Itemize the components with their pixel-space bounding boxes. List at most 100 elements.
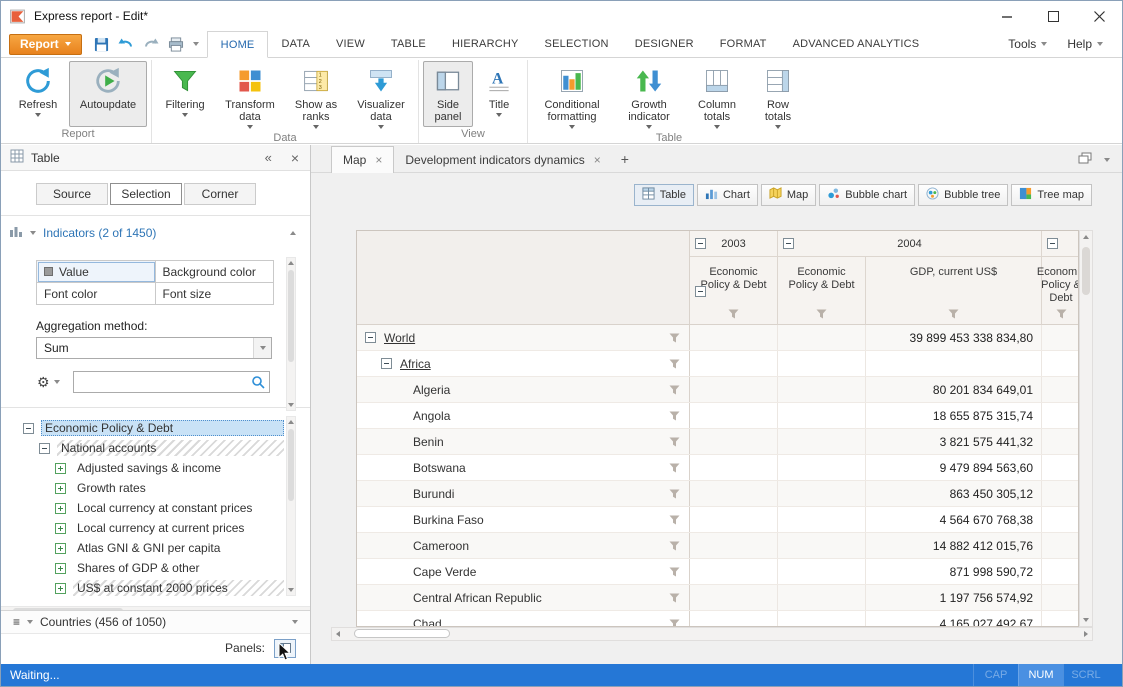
filter-icon[interactable]	[669, 593, 680, 603]
tools-menu[interactable]: Tools	[999, 37, 1056, 51]
table-row[interactable]: Botswana 9 479 894 563,60	[357, 455, 1078, 481]
scroll-up-icon[interactable]	[288, 420, 294, 424]
option-value[interactable]: Value	[37, 261, 156, 283]
collapse-icon[interactable]	[365, 332, 376, 343]
collapse-icon[interactable]	[695, 286, 706, 297]
filter-icon[interactable]	[669, 541, 680, 551]
view-map-button[interactable]: Map	[761, 184, 816, 206]
chevron-down-icon[interactable]	[30, 231, 36, 235]
tab-home[interactable]: HOME	[207, 31, 269, 58]
tab-corner[interactable]: Corner	[184, 183, 256, 205]
search-input[interactable]	[74, 372, 251, 392]
tree-scrollbar[interactable]	[286, 416, 296, 596]
combo-dropdown-button[interactable]	[253, 338, 271, 358]
tree-item-atlas-gni[interactable]: Atlas GNI & GNI per capita	[1, 538, 310, 558]
tab-source[interactable]: Source	[36, 183, 108, 205]
tab-view[interactable]: VIEW	[323, 31, 378, 57]
row-label[interactable]: Chad	[413, 617, 442, 628]
tree-item-adjusted-savings[interactable]: Adjusted savings & income	[1, 458, 310, 478]
view-table-button[interactable]: Table	[634, 184, 694, 206]
filter-icon[interactable]	[1056, 309, 1067, 319]
settings-button[interactable]: ⚙	[37, 374, 60, 391]
row-label[interactable]: Africa	[400, 357, 431, 371]
collapse-icon[interactable]	[39, 443, 50, 454]
collapse-panel-icon[interactable]: «	[265, 150, 272, 165]
expand-section-icon[interactable]	[292, 620, 298, 624]
new-tab-button[interactable]: +	[612, 151, 638, 167]
report-menu-button[interactable]: Report	[9, 34, 82, 55]
doc-tab-development-indicators[interactable]: Development indicators dynamics ×	[394, 148, 611, 172]
filter-icon[interactable]	[669, 359, 680, 369]
tree-item-national-accounts[interactable]: National accounts	[1, 438, 310, 458]
year-header-2003[interactable]: 2003	[690, 231, 778, 257]
row-label[interactable]: Angola	[413, 409, 450, 423]
option-background-color[interactable]: Background color	[156, 261, 275, 283]
tree-item-usd-constant-2000[interactable]: US$ at constant 2000 prices	[1, 578, 310, 598]
table-row[interactable]: Burkina Faso 4 564 670 768,38	[357, 507, 1078, 533]
table-row[interactable]: Cape Verde 871 998 590,72	[357, 559, 1078, 585]
visualizer-data-button[interactable]: Visualizer data	[348, 61, 414, 131]
filter-icon[interactable]	[728, 309, 739, 319]
table-row[interactable]: Cameroon 14 882 412 015,76	[357, 533, 1078, 559]
scroll-up-icon[interactable]	[1083, 235, 1089, 239]
scrollbar-thumb[interactable]	[288, 429, 294, 501]
row-totals-button[interactable]: Row totals	[750, 61, 806, 131]
table-row[interactable]: Central African Republic 1 197 756 574,9…	[357, 585, 1078, 611]
row-label[interactable]: Central African Republic	[413, 591, 542, 605]
table-row[interactable]: Africa	[357, 351, 1078, 377]
scrollbar-thumb[interactable]	[1082, 247, 1090, 295]
search-field[interactable]	[73, 371, 270, 393]
row-label[interactable]: World	[384, 331, 415, 345]
table-row[interactable]: Burundi 863 450 305,12	[357, 481, 1078, 507]
scrollbar-thumb[interactable]	[288, 270, 294, 362]
option-font-color[interactable]: Font color	[37, 283, 156, 305]
table-row[interactable]: Chad 4 165 027 492,67	[357, 611, 1078, 627]
countries-section-header[interactable]: ≡ Countries (456 of 1050)	[1, 610, 310, 634]
help-menu[interactable]: Help	[1058, 37, 1112, 51]
column-header[interactable]: Economic Policy & Debt	[778, 257, 866, 325]
grid-corner-cell[interactable]	[357, 231, 690, 325]
side-panel-button[interactable]: Side panel	[423, 61, 473, 127]
autoupdate-button[interactable]: Autoupdate	[69, 61, 147, 127]
expand-icon[interactable]	[55, 583, 66, 594]
tab-list-dropdown-icon[interactable]	[1104, 158, 1110, 162]
expand-icon[interactable]	[55, 543, 66, 554]
maximize-button[interactable]	[1030, 1, 1076, 31]
search-icon[interactable]	[251, 375, 265, 389]
show-as-ranks-button[interactable]: 123 Show as ranks	[286, 61, 346, 131]
row-label[interactable]: Burundi	[413, 487, 454, 501]
print-dropdown-icon[interactable]	[193, 42, 199, 46]
save-button[interactable]	[94, 37, 109, 52]
tab-hierarchy[interactable]: HIERARCHY	[439, 31, 532, 57]
collapse-icon[interactable]	[1047, 238, 1058, 249]
year-header-next[interactable]	[1042, 231, 1079, 257]
scroll-right-icon[interactable]	[1084, 631, 1088, 637]
panels-button[interactable]	[274, 639, 296, 658]
filter-icon[interactable]	[669, 515, 680, 525]
table-row[interactable]: Algeria 80 201 834 649,01	[357, 377, 1078, 403]
scroll-down-icon[interactable]	[288, 403, 294, 407]
row-label[interactable]: Burkina Faso	[413, 513, 484, 527]
redo-icon[interactable]	[143, 37, 159, 51]
scroll-up-icon[interactable]	[288, 261, 294, 265]
tree-item-local-currency-current[interactable]: Local currency at current prices	[1, 518, 310, 538]
tab-table[interactable]: TABLE	[378, 31, 439, 57]
close-button[interactable]	[1076, 1, 1122, 31]
collapse-icon[interactable]	[695, 238, 706, 249]
view-chart-button[interactable]: Chart	[697, 184, 758, 206]
minimize-button[interactable]	[984, 1, 1030, 31]
close-tab-icon[interactable]: ×	[594, 153, 601, 167]
panel-scrollbar[interactable]	[286, 257, 296, 411]
filter-icon[interactable]	[669, 437, 680, 447]
year-header-2004[interactable]: 2004	[778, 231, 1042, 257]
collapse-icon[interactable]	[381, 358, 392, 369]
tree-item-growth-rates[interactable]: Growth rates	[1, 478, 310, 498]
tab-selection[interactable]: SELECTION	[532, 31, 622, 57]
view-tree-map-button[interactable]: Tree map	[1011, 184, 1092, 206]
filter-icon[interactable]	[669, 619, 680, 627]
table-row[interactable]: Benin 3 821 575 441,32	[357, 429, 1078, 455]
row-label[interactable]: Cape Verde	[413, 565, 476, 579]
expand-icon[interactable]	[55, 463, 66, 474]
print-button[interactable]	[168, 37, 184, 52]
collapse-section-icon[interactable]	[290, 231, 296, 235]
